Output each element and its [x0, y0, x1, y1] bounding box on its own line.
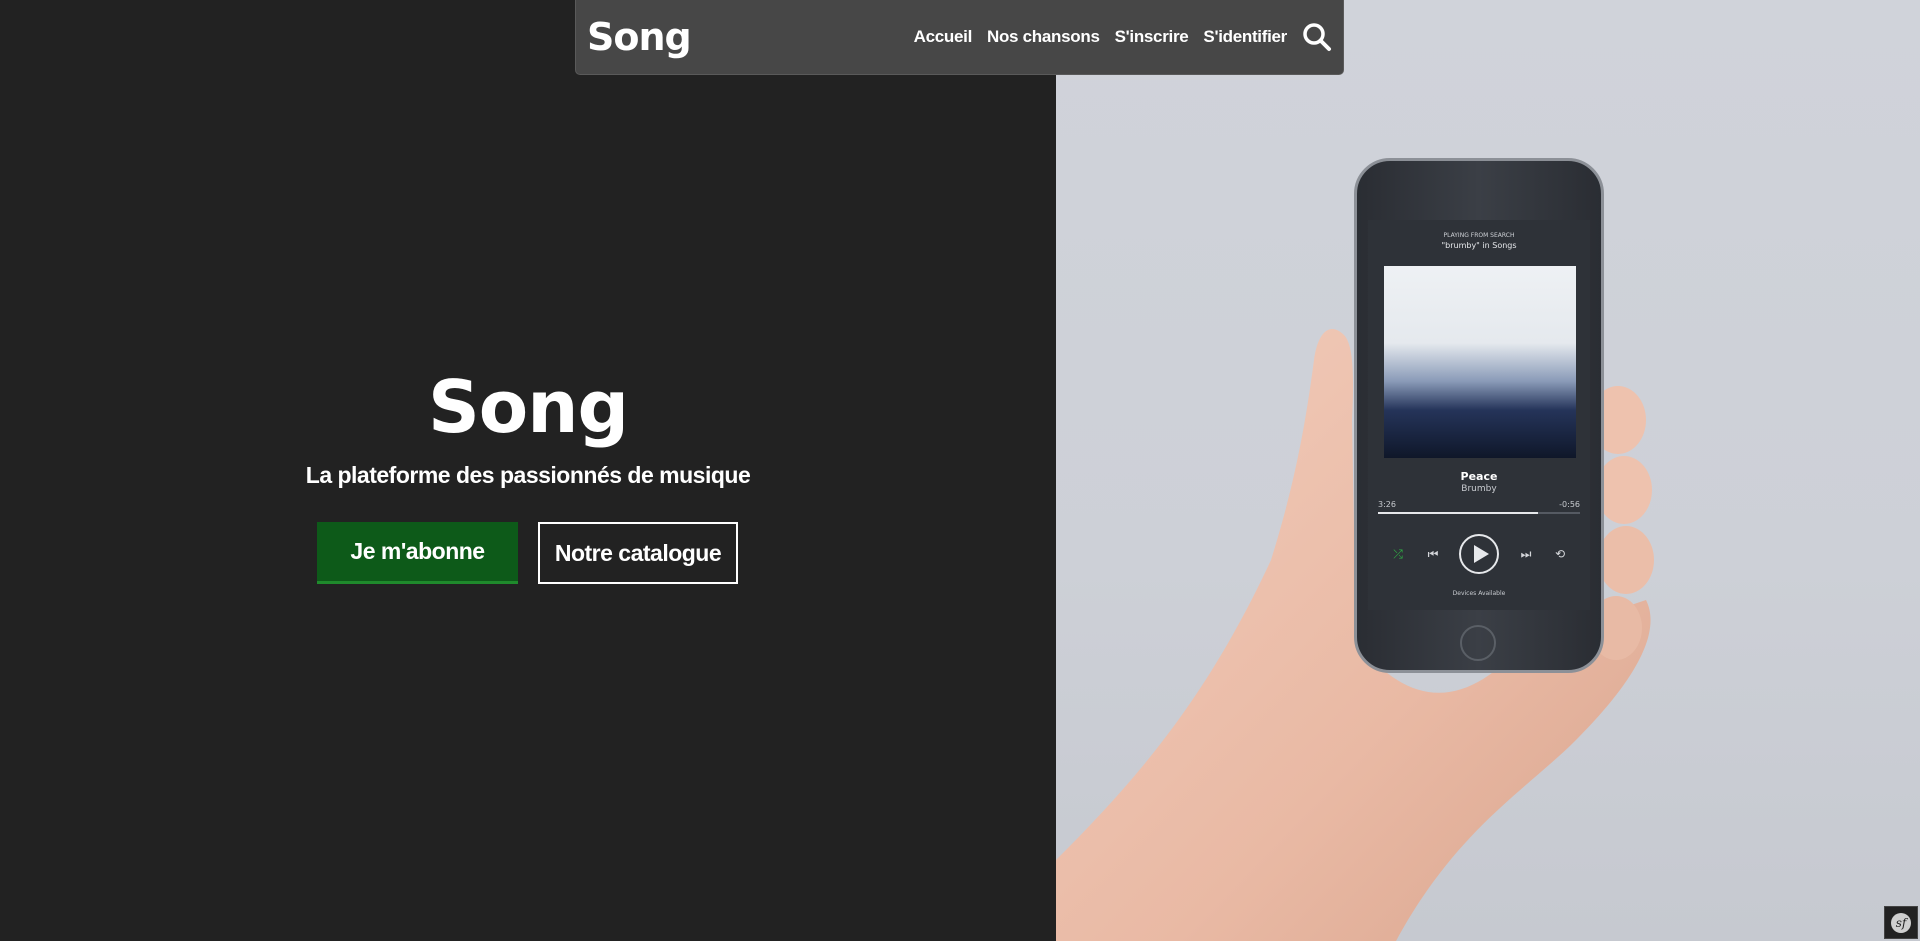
hero-image: PLAYING FROM SEARCH "brumby" in Songs Pe… [1056, 0, 1920, 941]
player-context-query: "brumby" in Songs [1441, 241, 1517, 250]
phone-home-button [1460, 625, 1496, 661]
subscribe-button[interactable]: Je m'abonne [317, 522, 518, 584]
nav-links: Accueil Nos chansons S'inscrire S'identi… [899, 21, 1333, 53]
repeat-icon: ⟲ [1554, 547, 1566, 561]
nav-link-register[interactable]: S'inscrire [1115, 27, 1189, 47]
catalog-button[interactable]: Notre catalogue [538, 522, 738, 584]
hero-subtitle: La plateforme des passionnés de musique [305, 462, 751, 488]
player-header: PLAYING FROM SEARCH "brumby" in Songs [1368, 232, 1590, 250]
hero-title: Song [427, 365, 629, 449]
track-artist: Brumby [1461, 484, 1497, 494]
page: PLAYING FROM SEARCH "brumby" in Songs Pe… [0, 0, 1920, 941]
symfony-icon[interactable]: sf [1884, 906, 1918, 939]
nav-link-login[interactable]: S'identifier [1203, 27, 1287, 47]
player-controls: ⤮ ⏮ ⏭ ⟲ [1368, 534, 1590, 574]
next-icon: ⏭ [1520, 546, 1532, 561]
remaining-time: -0:56 [1559, 500, 1580, 509]
search-icon[interactable] [1301, 21, 1333, 53]
play-icon [1457, 534, 1501, 574]
nav-link-home[interactable]: Accueil [914, 27, 973, 47]
progress-bar [1378, 512, 1580, 514]
elapsed-time: 3:26 [1378, 500, 1396, 509]
album-cover [1384, 266, 1576, 458]
navbar: Song Accueil Nos chansons S'inscrire S'i… [575, 0, 1344, 75]
devices-available: Devices Available [1452, 590, 1506, 597]
nav-link-songs[interactable]: Nos chansons [987, 27, 1100, 47]
shuffle-icon: ⤮ [1393, 546, 1403, 561]
phone-screen: PLAYING FROM SEARCH "brumby" in Songs Pe… [1368, 220, 1590, 610]
player-context-label: PLAYING FROM SEARCH [1443, 232, 1515, 239]
brand-logo[interactable]: Song [587, 15, 692, 59]
progress-fill [1378, 512, 1538, 514]
track-title: Peace [1460, 470, 1498, 483]
previous-icon: ⏮ [1427, 546, 1439, 561]
